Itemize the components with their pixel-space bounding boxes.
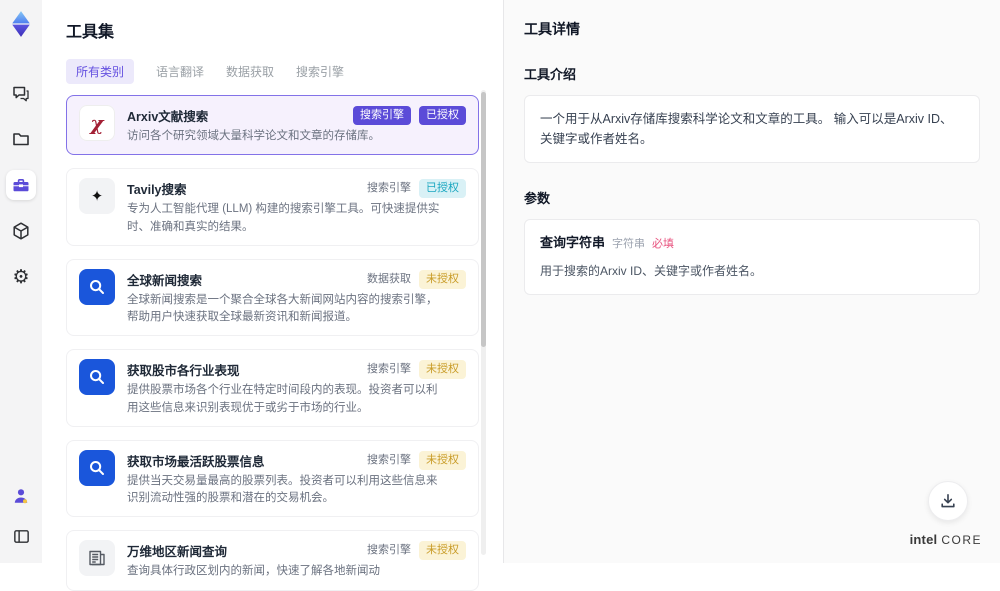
tool-list: χ Arxiv文献搜索 访问各个研究领域大量科学论文和文章的存储库。 搜索引擎 …	[66, 95, 479, 591]
intel-core-logo: intel CORE	[910, 532, 982, 547]
cube-icon[interactable]	[6, 216, 36, 246]
tool-status-badge: 未授权	[419, 451, 466, 470]
brand-core-text: CORE	[941, 533, 982, 547]
tool-category-badge: 搜索引擎	[367, 541, 411, 560]
intro-text: 一个用于从Arxiv存储库搜索科学论文和文章的工具。 输入可以是Arxiv ID…	[540, 112, 953, 146]
tool-status-badge: 未授权	[419, 541, 466, 560]
icon-rail: ⚙	[0, 0, 42, 563]
searchblue-tool-icon	[79, 450, 115, 486]
tool-desc: 查询具体行政区划内的新闻，快速了解各地新闻动	[127, 563, 445, 580]
searchblue-tool-icon	[79, 269, 115, 305]
tool-category-badge: 搜索引擎	[367, 360, 411, 379]
category-tab[interactable]: 语言翻译	[156, 59, 204, 84]
intro-heading: 工具介绍	[524, 64, 980, 83]
toolbox-icon[interactable]	[6, 170, 36, 200]
param-required-badge: 必填	[652, 236, 674, 254]
tool-card[interactable]: 全球新闻搜索 全球新闻搜索是一个聚合全球各大新闻网站内容的搜索引擎，帮助用户快速…	[66, 259, 479, 337]
tool-card[interactable]: χ Arxiv文献搜索 访问各个研究领域大量科学论文和文章的存储库。 搜索引擎 …	[66, 95, 479, 155]
app-logo-icon	[7, 10, 35, 38]
user-avatar-icon[interactable]	[6, 481, 36, 511]
brand-intel-text: intel	[910, 532, 938, 547]
folder-icon[interactable]	[6, 124, 36, 154]
download-button[interactable]	[928, 481, 968, 521]
tool-detail-panel: 工具详情 工具介绍 一个用于从Arxiv存储库搜索科学论文和文章的工具。 输入可…	[503, 0, 1000, 563]
params-heading: 参数	[524, 188, 980, 207]
tool-desc: 提供当天交易量最高的股票列表。投资者可以利用这些信息来识别流动性强的股票和潜在的…	[127, 473, 445, 508]
tool-card[interactable]: ✦ Tavily搜索 专为人工智能代理 (LLM) 构建的搜索引擎工具。可快速提…	[66, 168, 479, 246]
param-box: 查询字符串 字符串 必填 用于搜索的Arxiv ID、关键字或作者姓名。	[524, 219, 980, 295]
chat-icon[interactable]	[6, 78, 36, 108]
tool-category-badge: 搜索引擎	[367, 179, 411, 198]
settings-gear-icon[interactable]: ⚙	[6, 262, 36, 292]
list-scrollbar-thumb[interactable]	[481, 92, 486, 347]
tool-list-panel: 工具集 所有类别语言翻译数据获取搜索引擎 χ Arxiv文献搜索 访问各个研究领…	[42, 0, 503, 563]
tool-desc: 访问各个研究领域大量科学论文和文章的存储库。	[127, 128, 445, 145]
category-tabs: 所有类别语言翻译数据获取搜索引擎	[66, 59, 479, 84]
list-scrollbar[interactable]	[481, 90, 486, 555]
tool-card[interactable]: 获取市场最活跃股票信息 提供当天交易量最高的股票列表。投资者可以利用这些信息来识…	[66, 440, 479, 518]
news-tool-icon	[79, 540, 115, 576]
category-tab[interactable]: 数据获取	[226, 59, 274, 84]
tool-status-badge: 未授权	[419, 360, 466, 379]
tool-status-badge: 已授权	[419, 179, 466, 198]
arxiv-tool-icon: χ	[79, 105, 115, 141]
searchblue-tool-icon	[79, 359, 115, 395]
tool-status-badge: 未授权	[419, 270, 466, 289]
param-name: 查询字符串	[540, 233, 605, 254]
category-tab[interactable]: 所有类别	[66, 59, 134, 84]
tool-card[interactable]: 万维地区新闻查询 查询具体行政区划内的新闻，快速了解各地新闻动 搜索引擎 未授权	[66, 530, 479, 590]
tool-desc: 专为人工智能代理 (LLM) 构建的搜索引擎工具。可快速提供实时、准确和真实的结…	[127, 201, 445, 236]
panel-toggle-icon[interactable]	[6, 521, 36, 551]
tool-category-badge: 数据获取	[367, 270, 411, 289]
star-tool-icon: ✦	[79, 178, 115, 214]
download-icon	[939, 492, 957, 510]
tool-category-badge: 搜索引擎	[367, 451, 411, 470]
detail-title: 工具详情	[524, 19, 980, 39]
tool-desc: 全球新闻搜索是一个聚合全球各大新闻网站内容的搜索引擎，帮助用户快速获取全球最新资…	[127, 292, 445, 327]
tool-desc: 提供股票市场各个行业在特定时间段内的表现。投资者可以利用这些信息来识别表现优于或…	[127, 382, 445, 417]
param-header: 查询字符串 字符串 必填	[540, 233, 964, 254]
intro-box: 一个用于从Arxiv存储库搜索科学论文和文章的工具。 输入可以是Arxiv ID…	[524, 95, 980, 163]
param-desc: 用于搜索的Arxiv ID、关键字或作者姓名。	[540, 262, 964, 281]
tool-card[interactable]: 获取股市各行业表现 提供股票市场各个行业在特定时间段内的表现。投资者可以利用这些…	[66, 349, 479, 427]
tool-category-badge: 搜索引擎	[353, 106, 411, 125]
param-type: 字符串	[612, 236, 645, 254]
page-title: 工具集	[66, 18, 479, 42]
category-tab[interactable]: 搜索引擎	[296, 59, 344, 84]
tool-status-badge: 已授权	[419, 106, 466, 125]
